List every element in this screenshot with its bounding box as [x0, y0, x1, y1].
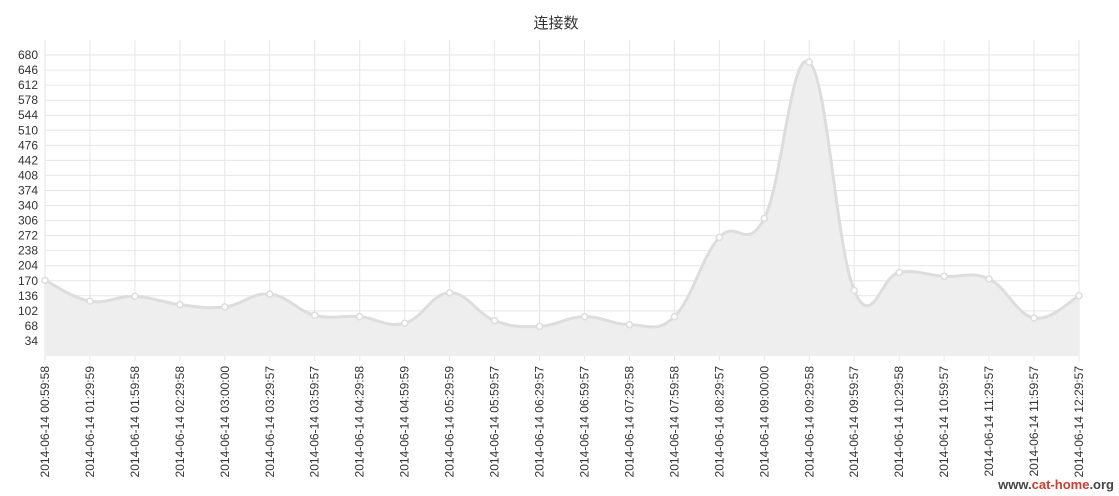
data-point[interactable] [895, 268, 903, 277]
data-point[interactable] [131, 292, 139, 301]
data-point[interactable] [490, 316, 499, 325]
x-tick-label: 2014-06-14 04:29:58 [353, 366, 367, 478]
y-tick-label: 442 [18, 153, 38, 167]
data-point[interactable] [670, 312, 679, 321]
x-tick-label: 2014-06-14 03:29:57 [263, 366, 277, 478]
watermark: www.cat-home.org [997, 477, 1114, 492]
x-tick-label: 2014-06-14 03:00:00 [218, 366, 232, 478]
watermark-brand: cat-home [1032, 477, 1090, 492]
x-tick-label: 2014-06-14 11:29:57 [982, 366, 996, 477]
data-point[interactable] [176, 300, 184, 309]
data-point[interactable] [760, 214, 769, 223]
y-tick-label: 510 [18, 123, 38, 137]
watermark-prefix: www. [997, 477, 1031, 492]
x-tick-label: 2014-06-14 06:29:57 [533, 366, 547, 478]
y-tick-label: 646 [18, 63, 38, 77]
data-point[interactable] [86, 297, 94, 305]
x-tick-label: 2014-06-14 10:29:58 [892, 366, 906, 478]
data-point[interactable] [715, 233, 724, 242]
chart-container: 连接数 34 68 102 136 170 204 238 272 306 340 374 408 44… [0, 0, 1119, 496]
y-axis: 3468102136170204238272306340 374408442476… [18, 48, 38, 348]
y-tick-label: 578 [18, 93, 38, 107]
x-tick-label: 2014-06-14 02:29:58 [173, 366, 187, 478]
x-tick-label: 2014-06-14 10:59:57 [937, 366, 951, 478]
data-point[interactable] [400, 319, 409, 327]
x-tick-label: 2014-06-14 12:29:57 [1072, 366, 1086, 478]
data-point[interactable] [41, 276, 49, 285]
x-tick-label: 2014-06-14 06:59:57 [577, 366, 591, 478]
data-point[interactable] [940, 272, 948, 281]
x-tick-label: 2014-06-14 01:59:58 [128, 366, 142, 478]
y-tick-label: 680 [18, 48, 38, 62]
y-tick-label: 612 [18, 78, 38, 92]
x-tick-label: 2014-06-14 01:29:59 [83, 366, 97, 478]
x-tick-label: 2014-06-14 00:59:58 [38, 366, 52, 478]
data-point[interactable] [985, 275, 993, 283]
watermark-suffix: .org [1089, 477, 1114, 492]
x-tick-label: 2014-06-14 09:29:58 [802, 366, 816, 478]
x-tick-label: 2014-06-14 09:59:57 [847, 366, 861, 478]
data-point[interactable] [580, 312, 589, 321]
x-tick-label: 2014-06-14 07:59:58 [667, 366, 681, 478]
y-tick-label: 306 [18, 214, 38, 228]
series-area-fill [45, 61, 1079, 356]
x-tick-label: 2014-06-14 09:00:00 [757, 366, 771, 478]
area-layer [44, 59, 1080, 356]
data-point[interactable] [310, 311, 319, 320]
data-point[interactable] [805, 58, 814, 66]
x-tick-label: 2014-06-14 04:59:59 [398, 366, 412, 478]
data-point[interactable] [445, 288, 454, 297]
y-tick-label: 238 [18, 244, 38, 258]
connections-area-chart: 连接数 3468102136170204238272306340 37440844… [18, 14, 1114, 492]
y-tick-label: 68 [25, 319, 39, 333]
data-point[interactable] [1075, 292, 1083, 300]
data-point[interactable] [850, 286, 858, 295]
x-tick-label: 2014-06-14 07:29:58 [622, 366, 636, 478]
y-tick-label: 340 [18, 199, 38, 213]
y-tick-label: 102 [18, 304, 38, 318]
y-tick-label: 374 [18, 183, 38, 197]
x-tick-label: 2014-06-14 05:59:57 [488, 366, 502, 478]
chart-title: 连接数 [533, 14, 578, 32]
x-tick-label: 2014-06-14 08:29:57 [712, 366, 726, 478]
data-point[interactable] [266, 290, 274, 298]
data-point[interactable] [535, 322, 544, 331]
data-point[interactable] [221, 303, 229, 311]
y-tick-label: 34 [25, 334, 39, 348]
y-tick-label: 272 [18, 229, 38, 243]
y-tick-label: 204 [18, 259, 38, 273]
y-tick-label: 170 [18, 274, 38, 288]
x-tick-label: 2014-06-14 03:59:57 [308, 366, 322, 478]
x-axis: 2014-06-14 00:59:58 2014-06-14 01:29:59 20… [38, 366, 1086, 478]
y-tick-label: 136 [18, 289, 38, 303]
y-tick-label: 544 [18, 108, 38, 122]
data-point[interactable] [1030, 314, 1038, 322]
y-tick-label: 408 [18, 168, 38, 182]
y-tick-label: 476 [18, 138, 38, 152]
data-point[interactable] [355, 312, 364, 321]
x-tick-label: 2014-06-14 05:29:59 [443, 366, 457, 478]
x-tick-label: 2014-06-14 11:59:57 [1027, 366, 1041, 477]
data-point[interactable] [625, 320, 634, 329]
